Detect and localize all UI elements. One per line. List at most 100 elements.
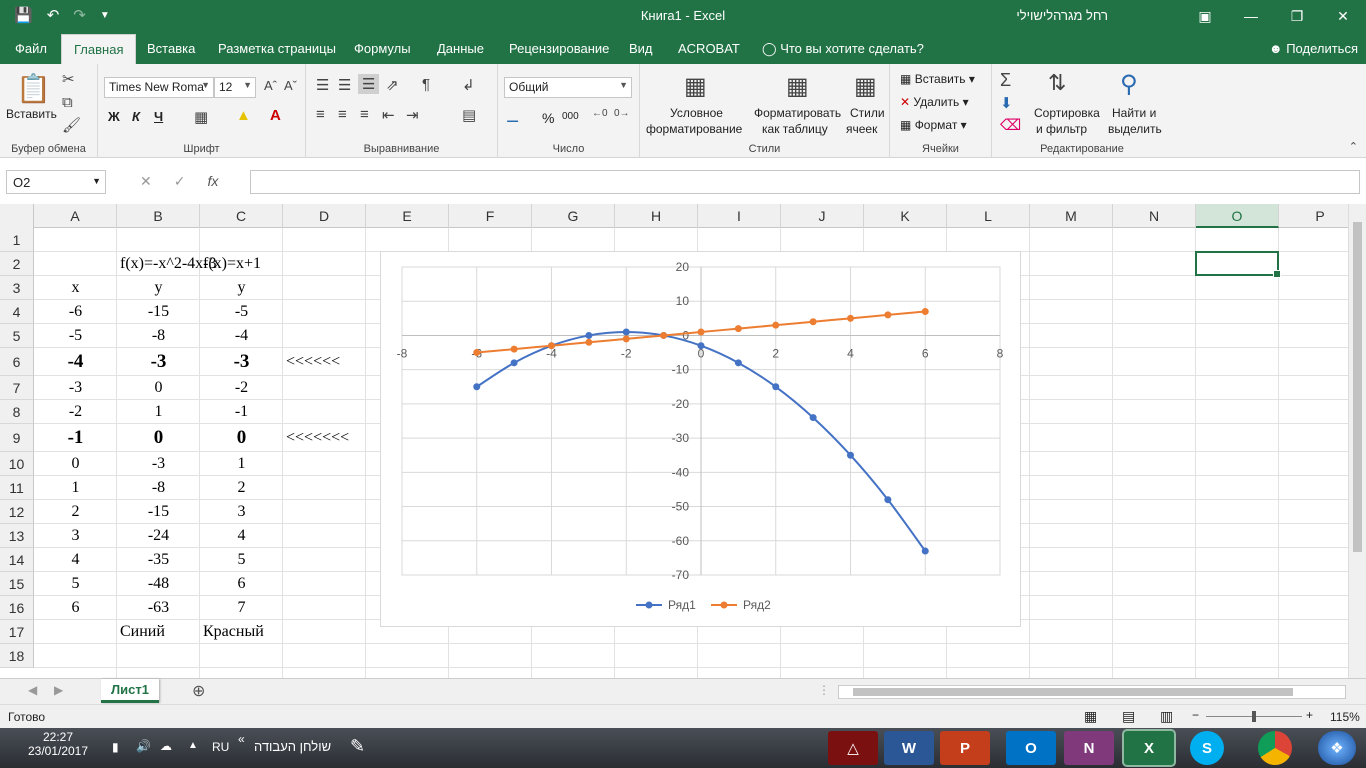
copy-icon[interactable]: ⧉ [62, 94, 73, 111]
cell-b10[interactable]: -3 [117, 452, 200, 476]
share-button[interactable]: ☻ Поделиться [1269, 41, 1358, 56]
close-icon[interactable]: ✕ [1320, 0, 1366, 32]
format-as-table-label[interactable]: Форматировать [754, 106, 841, 120]
align-left-icon[interactable]: ≡ [316, 106, 325, 123]
outlook-taskbar-icon[interactable]: O [1006, 731, 1056, 765]
skype-taskbar-icon[interactable]: S [1190, 731, 1224, 765]
formula-input[interactable] [250, 170, 1360, 194]
name-box[interactable]: O2 ▼ [6, 170, 106, 194]
sheet-tab-list1[interactable]: Лист1 [101, 679, 159, 703]
select-all-corner[interactable] [0, 204, 34, 228]
more-options-icon[interactable]: ⋮ [818, 683, 830, 697]
cell-b8[interactable]: 1 [117, 400, 200, 424]
cell-b11[interactable]: -8 [117, 476, 200, 500]
restore-icon[interactable]: ❐ [1274, 0, 1320, 32]
column-header-f[interactable]: F [449, 204, 532, 228]
word-taskbar-icon[interactable]: W [884, 731, 934, 765]
row-header-13[interactable]: 13 [0, 524, 34, 548]
row-header-1[interactable]: 1 [0, 228, 34, 252]
acrobat-taskbar-icon[interactable]: △ [828, 731, 878, 765]
increase-decimal-icon[interactable]: ←0 [592, 108, 608, 119]
cell-a11[interactable]: 1 [34, 476, 117, 500]
font-name-combo[interactable]: Times New Roma ▼ [104, 77, 214, 98]
column-header-m[interactable]: M [1030, 204, 1113, 228]
cell-a5[interactable]: -5 [34, 324, 117, 348]
cell-a6[interactable]: -4 [34, 348, 117, 376]
column-header-e[interactable]: E [366, 204, 449, 228]
cell-c15[interactable]: 6 [200, 572, 283, 596]
tell-me-search[interactable]: ◯ Что вы хотите сделать? [762, 41, 924, 57]
tab-page-layout[interactable]: Разметка страницы [218, 41, 336, 56]
user-name[interactable]: רחל מגרהלישוילי [1016, 8, 1108, 23]
page-layout-view-icon[interactable]: ▤ [1122, 708, 1135, 725]
tab-data[interactable]: Данные [437, 41, 484, 56]
row-header-15[interactable]: 15 [0, 572, 34, 596]
zoom-level[interactable]: 115% [1330, 710, 1360, 724]
conditional-formatting-label[interactable]: Условное [670, 106, 723, 120]
underline-button[interactable]: Ч [154, 109, 163, 124]
cell-c9[interactable]: 0 [200, 424, 283, 452]
column-header-h[interactable]: H [615, 204, 698, 228]
cell-c3[interactable]: y [200, 276, 283, 300]
column-header-j[interactable]: J [781, 204, 864, 228]
column-header-a[interactable]: A [34, 204, 117, 228]
cell-b4[interactable]: -15 [117, 300, 200, 324]
merge-cells-icon[interactable]: ▤ [462, 106, 476, 124]
insert-function-icon[interactable]: fx [207, 173, 218, 190]
powerpoint-taskbar-icon[interactable]: P [940, 731, 990, 765]
tab-home[interactable]: Главная [61, 34, 137, 65]
cell-a15[interactable]: 5 [34, 572, 117, 596]
cell-styles-label[interactable]: Стили [850, 106, 885, 120]
decrease-decimal-icon[interactable]: 0→ [614, 108, 630, 119]
column-header-i[interactable]: I [698, 204, 781, 228]
decrease-font-icon[interactable]: Aˇ [284, 78, 297, 93]
sort-filter-label[interactable]: Сортировка [1034, 106, 1100, 120]
tab-review[interactable]: Рецензирование [509, 41, 609, 56]
cell-b3[interactable]: y [117, 276, 200, 300]
delete-cells-button[interactable]: ✕ Удалить ▾ [900, 95, 969, 109]
borders-icon[interactable]: ▦ [194, 108, 208, 126]
collapse-ribbon-icon[interactable]: ⌃ [1349, 140, 1358, 153]
align-middle-icon[interactable]: ☰ [338, 76, 351, 94]
column-header-c[interactable]: C [200, 204, 283, 228]
desktop-shortcut-icon[interactable]: ✎ [350, 736, 365, 757]
cell-a12[interactable]: 2 [34, 500, 117, 524]
insert-cells-button[interactable]: ▦ Вставить ▾ [900, 72, 975, 86]
cell-c14[interactable]: 5 [200, 548, 283, 572]
find-select-label[interactable]: Найти и [1112, 106, 1156, 120]
clock[interactable]: 22:27 23/01/2017 [10, 730, 106, 758]
tab-insert[interactable]: Вставка [147, 41, 195, 56]
clear-icon[interactable]: ⌫ [1000, 116, 1021, 134]
cell-b7[interactable]: 0 [117, 376, 200, 400]
currency-icon[interactable]: ⚊ [506, 108, 519, 126]
format-as-table-icon[interactable]: ▦ [786, 72, 809, 101]
find-select-icon[interactable]: ⚲ [1120, 70, 1138, 99]
zoom-slider-thumb[interactable] [1252, 711, 1256, 722]
column-header-l[interactable]: L [947, 204, 1030, 228]
fill-icon[interactable]: ⬇ [1000, 94, 1013, 112]
tab-view[interactable]: Вид [629, 41, 653, 56]
row-header-5[interactable]: 5 [0, 324, 34, 348]
excel-taskbar-icon[interactable]: X [1124, 731, 1174, 765]
sort-filter-label-2[interactable]: и фильтр [1036, 122, 1087, 136]
cell-b16[interactable]: -63 [117, 596, 200, 620]
cell-a16[interactable]: 6 [34, 596, 117, 620]
row-header-11[interactable]: 11 [0, 476, 34, 500]
cell-b15[interactable]: -48 [117, 572, 200, 596]
row-header-8[interactable]: 8 [0, 400, 34, 424]
cell-b14[interactable]: -35 [117, 548, 200, 572]
row-header-18[interactable]: 18 [0, 644, 34, 668]
chrome-taskbar-icon[interactable] [1258, 731, 1292, 765]
row-header-16[interactable]: 16 [0, 596, 34, 620]
align-bottom-icon[interactable]: ☰ [358, 74, 380, 94]
cell-c10[interactable]: 1 [200, 452, 283, 476]
font-color-icon[interactable]: A [270, 107, 281, 124]
cell-a13[interactable]: 3 [34, 524, 117, 548]
cancel-icon[interactable]: ✕ [140, 173, 152, 190]
align-top-icon[interactable]: ☰ [316, 76, 329, 94]
prev-sheet-icon[interactable]: ◀ [28, 683, 37, 697]
orientation-icon[interactable]: ⇗ [386, 76, 399, 94]
new-sheet-icon[interactable]: ⊕ [192, 681, 205, 701]
row-header-6[interactable]: 6 [0, 348, 34, 376]
cell-c13[interactable]: 4 [200, 524, 283, 548]
